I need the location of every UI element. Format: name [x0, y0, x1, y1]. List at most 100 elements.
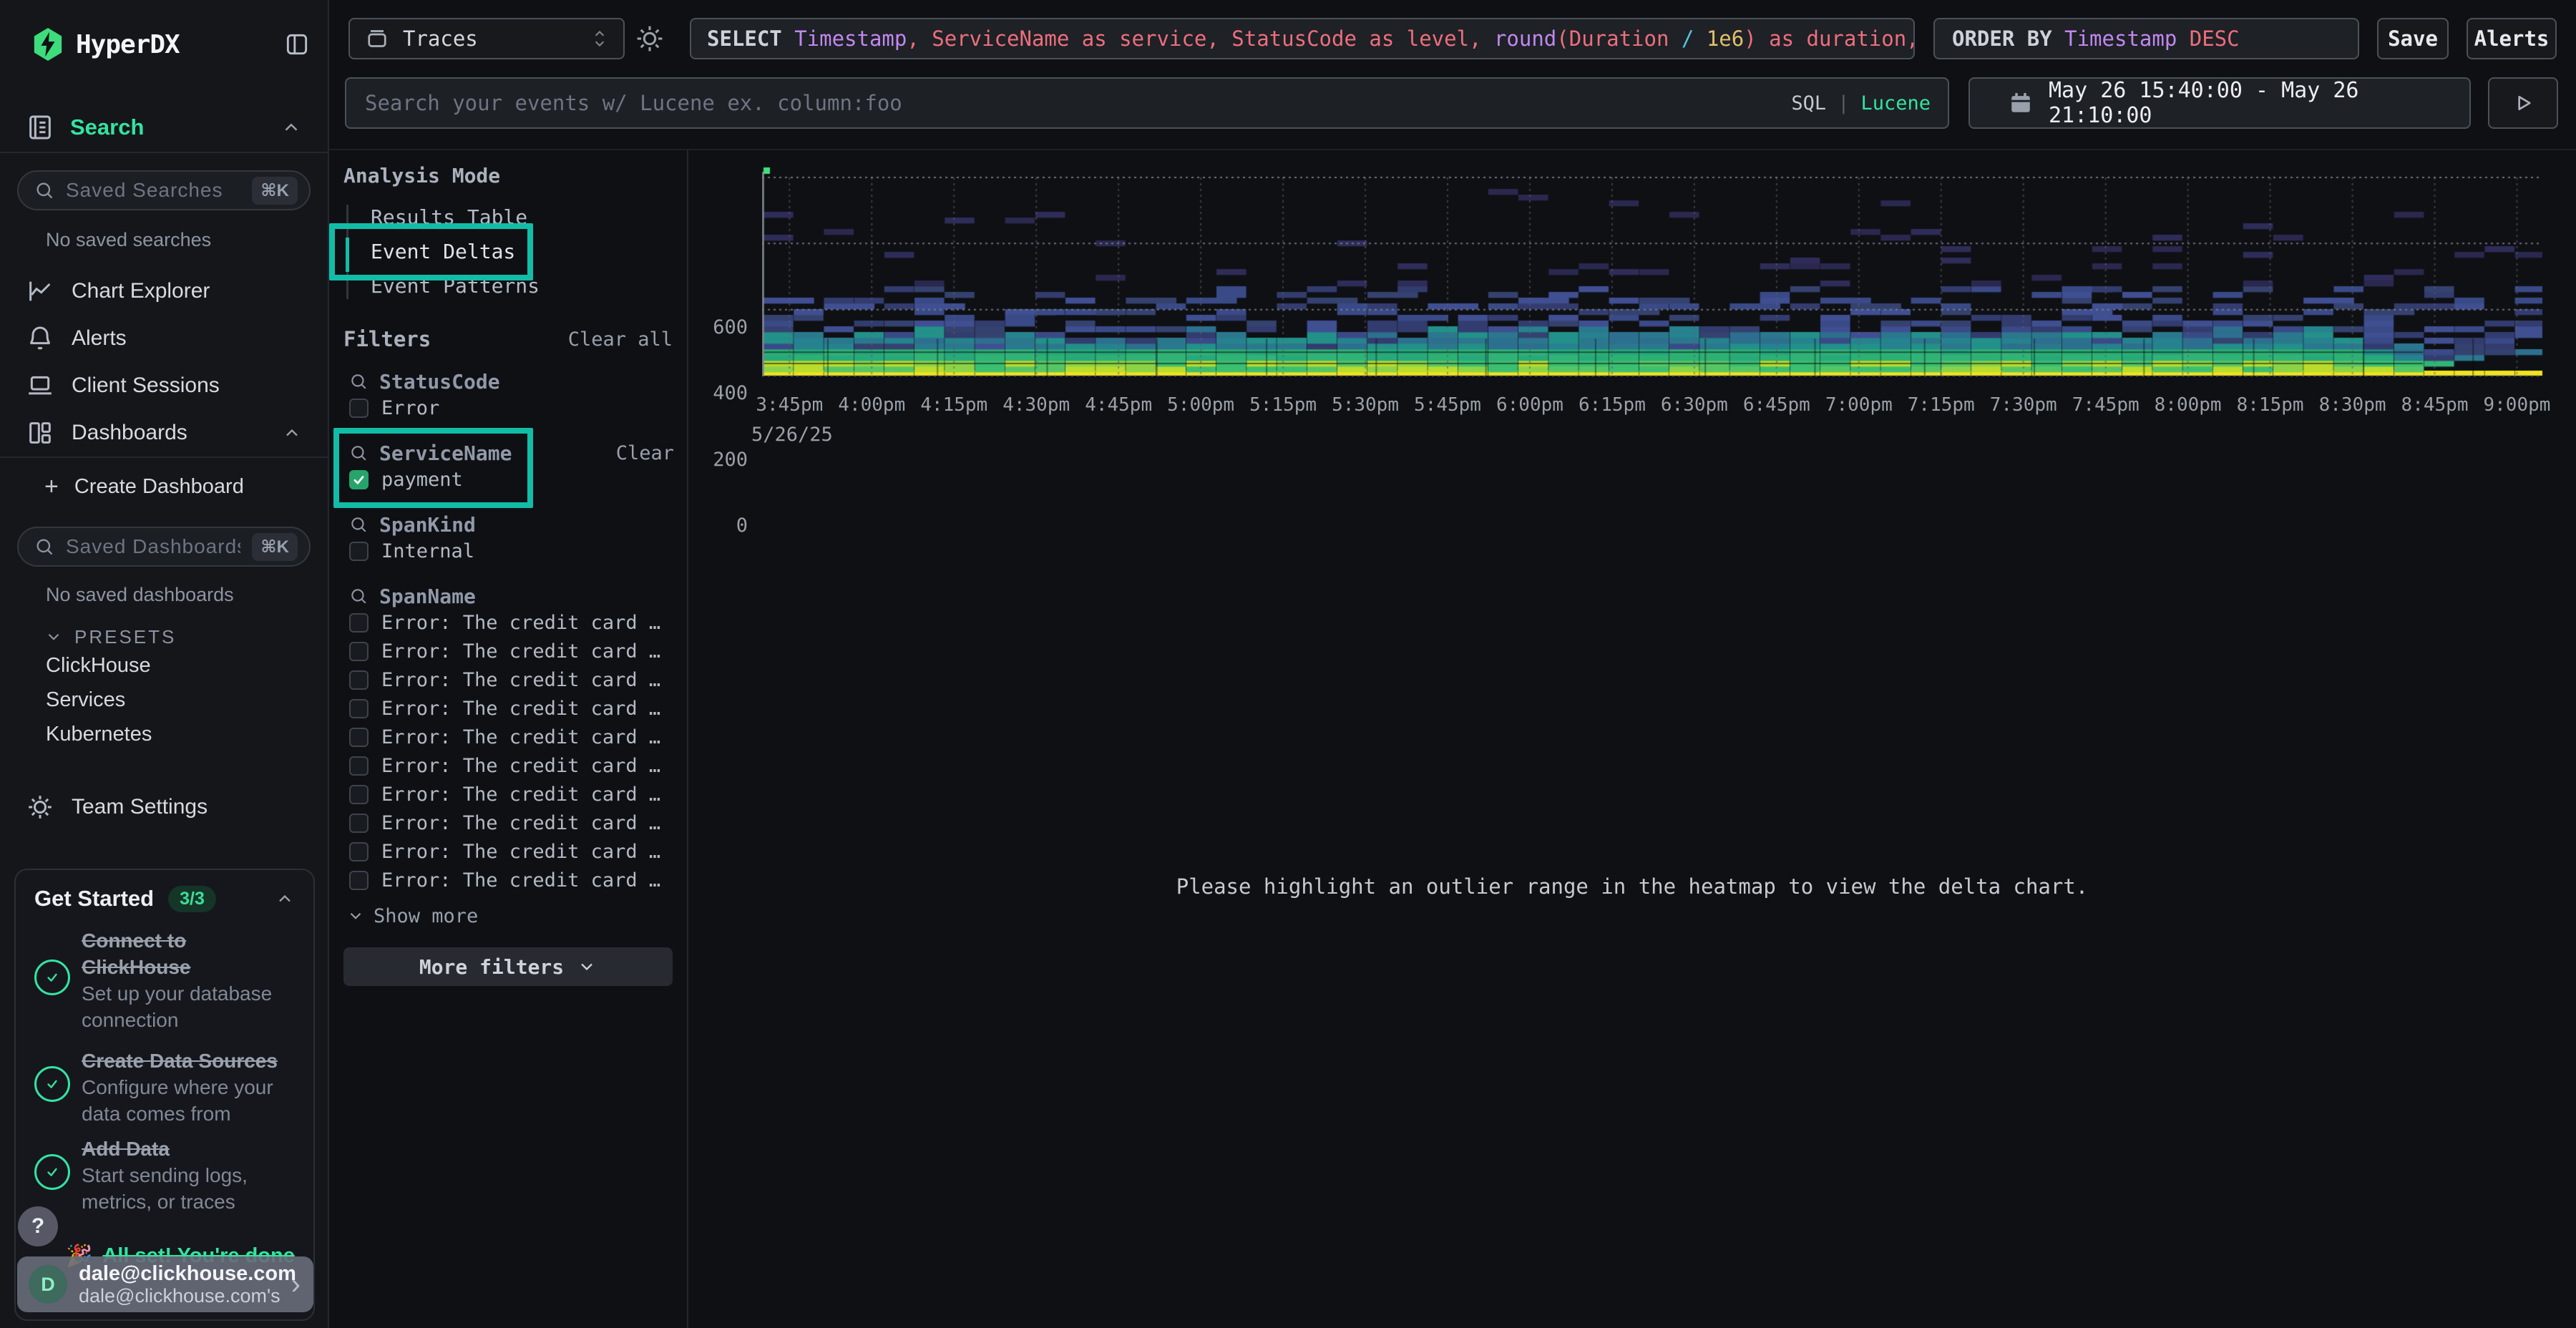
show-more-toggle[interactable]: Show more: [346, 904, 673, 927]
filter-checkbox[interactable]: [349, 542, 369, 561]
filter-checkbox[interactable]: [349, 728, 369, 747]
x-axis-tick: 7:00pm: [1816, 392, 1902, 418]
preset-clickhouse[interactable]: ClickHouse: [46, 648, 311, 683]
filter-option-row[interactable]: Error: The credit card …: [349, 837, 687, 866]
filter-option-row[interactable]: Error: The credit card …: [349, 665, 687, 694]
sql-select-editor[interactable]: SELECT Timestamp, ServiceName as service…: [690, 18, 1915, 59]
sidebar-item-team-settings[interactable]: Team Settings: [26, 787, 302, 827]
language-sql-option[interactable]: SQL: [1791, 92, 1826, 114]
x-axis-tick: 8:45pm: [2392, 392, 2478, 418]
save-label: Save: [2388, 26, 2438, 51]
analysis-mode-list: Results Table Event Deltas Event Pattern…: [329, 200, 687, 303]
filter-checkbox[interactable]: [349, 470, 369, 489]
chevron-right-icon: ›: [291, 1270, 301, 1299]
search-icon[interactable]: [349, 372, 368, 391]
sidebar-item-client-sessions[interactable]: Client Sessions: [0, 362, 328, 409]
filter-checkbox[interactable]: [349, 842, 369, 861]
sidebar-collapse-icon[interactable]: [283, 31, 311, 58]
sidebar: HyperDX Search ⌘K No saved searches Char…: [0, 0, 329, 1328]
filter-option-row[interactable]: Internal: [349, 537, 687, 565]
source-settings-gear-icon[interactable]: [634, 23, 665, 54]
preset-label: Services: [46, 688, 125, 712]
sidebar-item-dashboards[interactable]: Dashboards: [0, 409, 328, 456]
sidebar-item-chart-explorer[interactable]: Chart Explorer: [0, 268, 328, 315]
get-started-header[interactable]: Get Started 3/3: [34, 884, 295, 913]
filter-option-label: Internal: [381, 540, 474, 562]
filter-option-row[interactable]: Error: The credit card …: [349, 637, 687, 665]
duration-heatmap-canvas[interactable]: [762, 166, 2544, 379]
source-select[interactable]: Traces: [348, 18, 625, 59]
event-search-input[interactable]: [364, 90, 1791, 116]
run-query-button[interactable]: [2488, 77, 2558, 129]
chevron-down-icon: [577, 957, 597, 977]
filter-option-row[interactable]: Error: The credit card …: [349, 694, 687, 723]
bell-icon: [26, 324, 56, 353]
sql-token: /: [1682, 26, 1707, 51]
filter-checkbox[interactable]: [349, 699, 369, 718]
filter-checkbox[interactable]: [349, 399, 369, 418]
language-lucene-option[interactable]: Lucene: [1860, 92, 1931, 114]
sidebar-item-label: Chart Explorer: [72, 279, 302, 303]
filter-option-row[interactable]: Error: The credit card …: [349, 608, 687, 637]
filter-option-row[interactable]: Error: The credit card …: [349, 780, 687, 809]
get-started-item[interactable]: Create Data SourcesConfigure where your …: [34, 1048, 295, 1127]
filter-option-row[interactable]: Error: [349, 394, 687, 422]
preset-kubernetes[interactable]: Kubernetes: [46, 717, 311, 751]
sql-token: ServiceName as service, StatusCode as le…: [932, 26, 1494, 51]
event-search-bar[interactable]: SQL | Lucene: [345, 77, 1949, 129]
saved-searches-input[interactable]: ⌘K: [17, 170, 311, 210]
search-icon[interactable]: [349, 587, 368, 605]
get-started-item[interactable]: Connect to ClickHouseSet up your databas…: [34, 927, 295, 1033]
saved-dashboards-input[interactable]: ⌘K: [17, 527, 311, 567]
filter-checkbox[interactable]: [349, 814, 369, 833]
saved-searches-field[interactable]: [64, 178, 242, 202]
preset-services[interactable]: Services: [46, 683, 311, 717]
save-button[interactable]: Save: [2377, 18, 2449, 59]
filter-checkbox[interactable]: [349, 642, 369, 661]
search-icon[interactable]: [349, 444, 368, 462]
filter-checkbox[interactable]: [349, 613, 369, 633]
more-filters-button[interactable]: More filters: [343, 947, 673, 986]
get-started-item-title: Create Data Sources: [82, 1048, 293, 1074]
clear-all-link[interactable]: Clear all: [568, 328, 673, 351]
get-started-item-desc: Set up your database connection: [82, 980, 293, 1033]
get-started-item[interactable]: Add DataStart sending logs, metrics, or …: [34, 1136, 295, 1215]
create-dashboard-button[interactable]: + Create Dashboard: [44, 468, 311, 505]
clear-filter-link[interactable]: Clear: [616, 442, 674, 464]
user-account-chip[interactable]: D dale@clickhouse.com dale@clickhouse.co…: [17, 1256, 313, 1312]
play-icon: [2512, 92, 2534, 114]
x-axis-tick: 8:15pm: [2228, 392, 2313, 418]
sql-token: Duration: [1569, 26, 1682, 51]
filter-option-row[interactable]: Error: The credit card …: [349, 809, 687, 837]
mode-event-patterns[interactable]: Event Patterns: [329, 269, 687, 303]
sidebar-item-search[interactable]: Search: [26, 107, 302, 147]
mode-results-table[interactable]: Results Table: [329, 200, 687, 235]
help-button[interactable]: ?: [18, 1206, 58, 1246]
plus-icon: +: [44, 473, 59, 501]
alerts-button[interactable]: Alerts: [2467, 18, 2557, 59]
get-started-item-title: Add Data: [82, 1136, 293, 1162]
filter-group-header-spankind: SpanKind: [349, 512, 674, 537]
filter-option-row[interactable]: payment: [349, 465, 687, 494]
shortcut-badge: ⌘K: [252, 533, 298, 561]
presets-toggle[interactable]: PRESETS: [44, 625, 311, 648]
sidebar-item-alerts[interactable]: Alerts: [0, 315, 328, 362]
check-circle-icon: [34, 960, 70, 995]
mode-event-deltas[interactable]: Event Deltas: [329, 235, 687, 269]
filter-option-row[interactable]: Error: The credit card …: [349, 723, 687, 751]
filter-checkbox[interactable]: [349, 670, 369, 690]
saved-dashboards-field[interactable]: [64, 534, 242, 559]
filter-option-row[interactable]: Error: The credit card …: [349, 751, 687, 780]
delta-chart-empty-message: Please highlight an outlier range in the…: [688, 874, 2576, 899]
search-icon[interactable]: [349, 515, 368, 534]
x-axis-tick: 8:30pm: [2310, 392, 2396, 418]
search-icon: [34, 180, 54, 200]
filter-checkbox[interactable]: [349, 756, 369, 776]
filter-checkbox[interactable]: [349, 785, 369, 804]
date-range-picker[interactable]: May 26 15:40:00 - May 26 21:10:00: [1968, 77, 2471, 129]
chevron-up-icon: [275, 889, 295, 909]
filter-option-label: Error: The credit card …: [381, 869, 660, 892]
filter-option-row[interactable]: Error: The credit card …: [349, 866, 687, 894]
sql-orderby-editor[interactable]: ORDER BY Timestamp DESC: [1933, 18, 2359, 59]
filter-checkbox[interactable]: [349, 871, 369, 890]
